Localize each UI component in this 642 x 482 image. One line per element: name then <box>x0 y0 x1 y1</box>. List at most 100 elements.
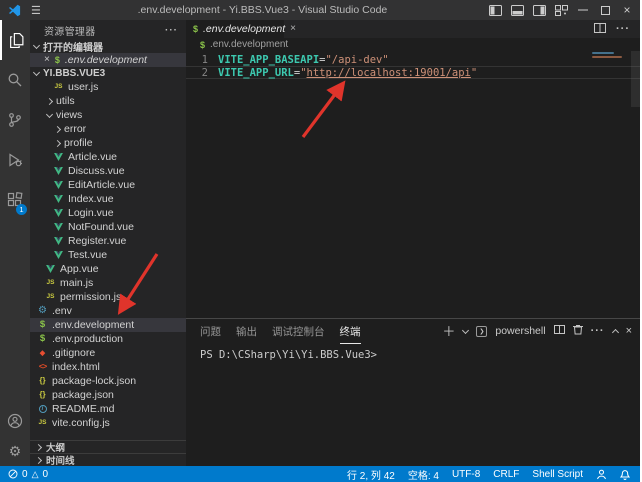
js-icon: JS <box>45 294 56 301</box>
tree-item-vite.config.js[interactable]: JSvite.config.js <box>30 416 186 430</box>
tree-item-.env.production[interactable]: $.env.production <box>30 332 186 346</box>
file-name: Article.vue <box>68 151 117 163</box>
tree-item-package-lock.json[interactable]: {}package-lock.json <box>30 374 186 388</box>
folder-collapsed-icon <box>54 139 61 146</box>
file-name: Discuss.vue <box>68 165 125 177</box>
file-name: profile <box>64 137 93 149</box>
minimap[interactable] <box>592 52 624 60</box>
explorer-icon[interactable] <box>0 20 30 60</box>
breadcrumb-file: .env.development <box>210 39 288 50</box>
close-icon[interactable]: × <box>44 55 50 65</box>
tree-item-Test.vue[interactable]: Test.vue <box>30 248 186 262</box>
tree-item-README.md[interactable]: iREADME.md <box>30 402 186 416</box>
tree-item-Register.vue[interactable]: Register.vue <box>30 234 186 248</box>
search-icon[interactable] <box>0 60 30 100</box>
shell-name[interactable]: powershell <box>495 325 545 337</box>
timeline-section[interactable]: 时间线 <box>30 453 186 466</box>
project-name-label: YI.BBS.VUE3 <box>43 68 105 79</box>
tree-item-Article.vue[interactable]: Article.vue <box>30 150 186 164</box>
run-debug-icon[interactable] <box>0 140 30 180</box>
tree-item-Login.vue[interactable]: Login.vue <box>30 206 186 220</box>
feedback-icon[interactable] <box>596 469 607 480</box>
vue-icon <box>53 153 64 161</box>
tree-item-.env.development[interactable]: $.env.development <box>30 318 186 332</box>
file-name: vite.config.js <box>52 417 110 429</box>
sidebar-more-icon[interactable]: ··· <box>165 25 178 36</box>
outline-section[interactable]: 大纲 <box>30 440 186 453</box>
tree-item-Index.vue[interactable]: Index.vue <box>30 192 186 206</box>
code-editor[interactable]: 1 VITE_APP_BASEAPI="/api-dev" 2 VITE_APP… <box>186 51 640 318</box>
file-name: Test.vue <box>68 249 107 261</box>
notifications-bell-icon[interactable] <box>620 469 630 480</box>
maximize-button[interactable] <box>594 0 616 20</box>
tree-item-profile[interactable]: profile <box>30 136 186 150</box>
tree-item-index.html[interactable]: <>index.html <box>30 360 186 374</box>
customize-layout-icon[interactable] <box>550 0 572 20</box>
code-line-1: 1 VITE_APP_BASEAPI="/api-dev" <box>186 53 640 66</box>
tab-debug-console[interactable]: 调试控制台 <box>272 319 325 344</box>
tree-item-utils[interactable]: utils <box>30 94 186 108</box>
tab-env-development[interactable]: $ .env.development × <box>186 20 284 38</box>
vue-icon <box>53 209 64 217</box>
source-control-icon[interactable] <box>0 100 30 140</box>
problems-status[interactable]: 0 △ 0 <box>8 469 48 480</box>
tree-item-error[interactable]: error <box>30 122 186 136</box>
close-button[interactable]: × <box>616 0 638 20</box>
js-icon: JS <box>45 280 56 287</box>
settings-gear-icon[interactable]: ⚙ <box>0 436 30 466</box>
sidebar-title: 资源管理器 <box>44 23 96 38</box>
tree-item-package.json[interactable]: {}package.json <box>30 388 186 402</box>
explorer-sidebar: 资源管理器 ··· 打开的编辑器 × $ .env.development YI… <box>30 20 186 466</box>
tree-item-.env[interactable]: ⚙.env <box>30 304 186 318</box>
open-editors-section[interactable]: 打开的编辑器 <box>30 40 186 53</box>
tree-item-EditArticle.vue[interactable]: EditArticle.vue <box>30 178 186 192</box>
extensions-icon[interactable]: 1 <box>0 180 30 220</box>
outline-label: 大纲 <box>46 440 65 454</box>
open-editor-item[interactable]: × $ .env.development <box>30 53 186 67</box>
panel-more-icon[interactable]: ··· <box>591 325 605 337</box>
tree-item-views[interactable]: views <box>30 108 186 122</box>
status-indentation[interactable]: 空格: 4 <box>408 467 439 482</box>
minimize-button[interactable] <box>572 0 594 20</box>
toggle-sidebar-icon[interactable] <box>484 0 506 20</box>
vue-icon <box>53 195 64 203</box>
tree-item-user.js[interactable]: JSuser.js <box>30 80 186 94</box>
tree-item-NotFound.vue[interactable]: NotFound.vue <box>30 220 186 234</box>
api-url-link[interactable]: http://localhost:19001/api <box>307 67 471 79</box>
close-panel-icon[interactable]: × <box>626 326 632 337</box>
menu-icon[interactable]: ☰ <box>31 4 41 17</box>
tree-item-permission.js[interactable]: JSpermission.js <box>30 290 186 304</box>
tree-item-main.js[interactable]: JSmain.js <box>30 276 186 290</box>
chevron-down-icon[interactable] <box>462 326 469 333</box>
editor-more-actions-icon[interactable]: ··· <box>616 23 630 35</box>
account-icon[interactable] <box>0 406 30 436</box>
status-language-mode[interactable]: Shell Script <box>532 469 583 480</box>
editor-area: $ .env.development × ··· $ .env.developm… <box>186 20 640 466</box>
new-terminal-icon[interactable]: ＋ <box>442 325 455 338</box>
split-terminal-icon[interactable] <box>554 325 565 337</box>
quote: " <box>471 67 477 79</box>
tree-item-App.vue[interactable]: App.vue <box>30 262 186 276</box>
status-eol[interactable]: CRLF <box>493 469 519 480</box>
toggle-panel-icon[interactable] <box>506 0 528 20</box>
project-section[interactable]: YI.BBS.VUE3 <box>30 67 186 80</box>
title-bar: ☰ .env.development - Yi.BBS.Vue3 - Visua… <box>0 0 640 20</box>
tab-output[interactable]: 输出 <box>236 319 257 344</box>
status-cursor-position[interactable]: 行 2, 列 42 <box>347 467 395 482</box>
kill-terminal-icon[interactable] <box>573 324 583 338</box>
split-editor-icon[interactable] <box>594 23 606 36</box>
tab-close-icon[interactable]: × <box>290 24 296 34</box>
maximize-panel-icon[interactable] <box>612 329 619 336</box>
terminal-output[interactable]: PS D:\CSharp\Yi\Yi.BBS.Vue3> <box>186 343 640 466</box>
folder-expanded-icon <box>46 110 53 117</box>
toggle-secondary-sidebar-icon[interactable] <box>528 0 550 20</box>
scrollbar[interactable] <box>631 51 640 107</box>
breadcrumb[interactable]: $ .env.development <box>186 38 640 51</box>
tab-terminal[interactable]: 终端 <box>340 319 361 344</box>
vue-icon <box>53 223 64 231</box>
js-icon: JS <box>53 84 64 91</box>
tree-item-.gitignore[interactable]: ◆.gitignore <box>30 346 186 360</box>
status-encoding[interactable]: UTF-8 <box>452 469 480 480</box>
tree-item-Discuss.vue[interactable]: Discuss.vue <box>30 164 186 178</box>
tab-problems[interactable]: 问题 <box>200 319 221 344</box>
